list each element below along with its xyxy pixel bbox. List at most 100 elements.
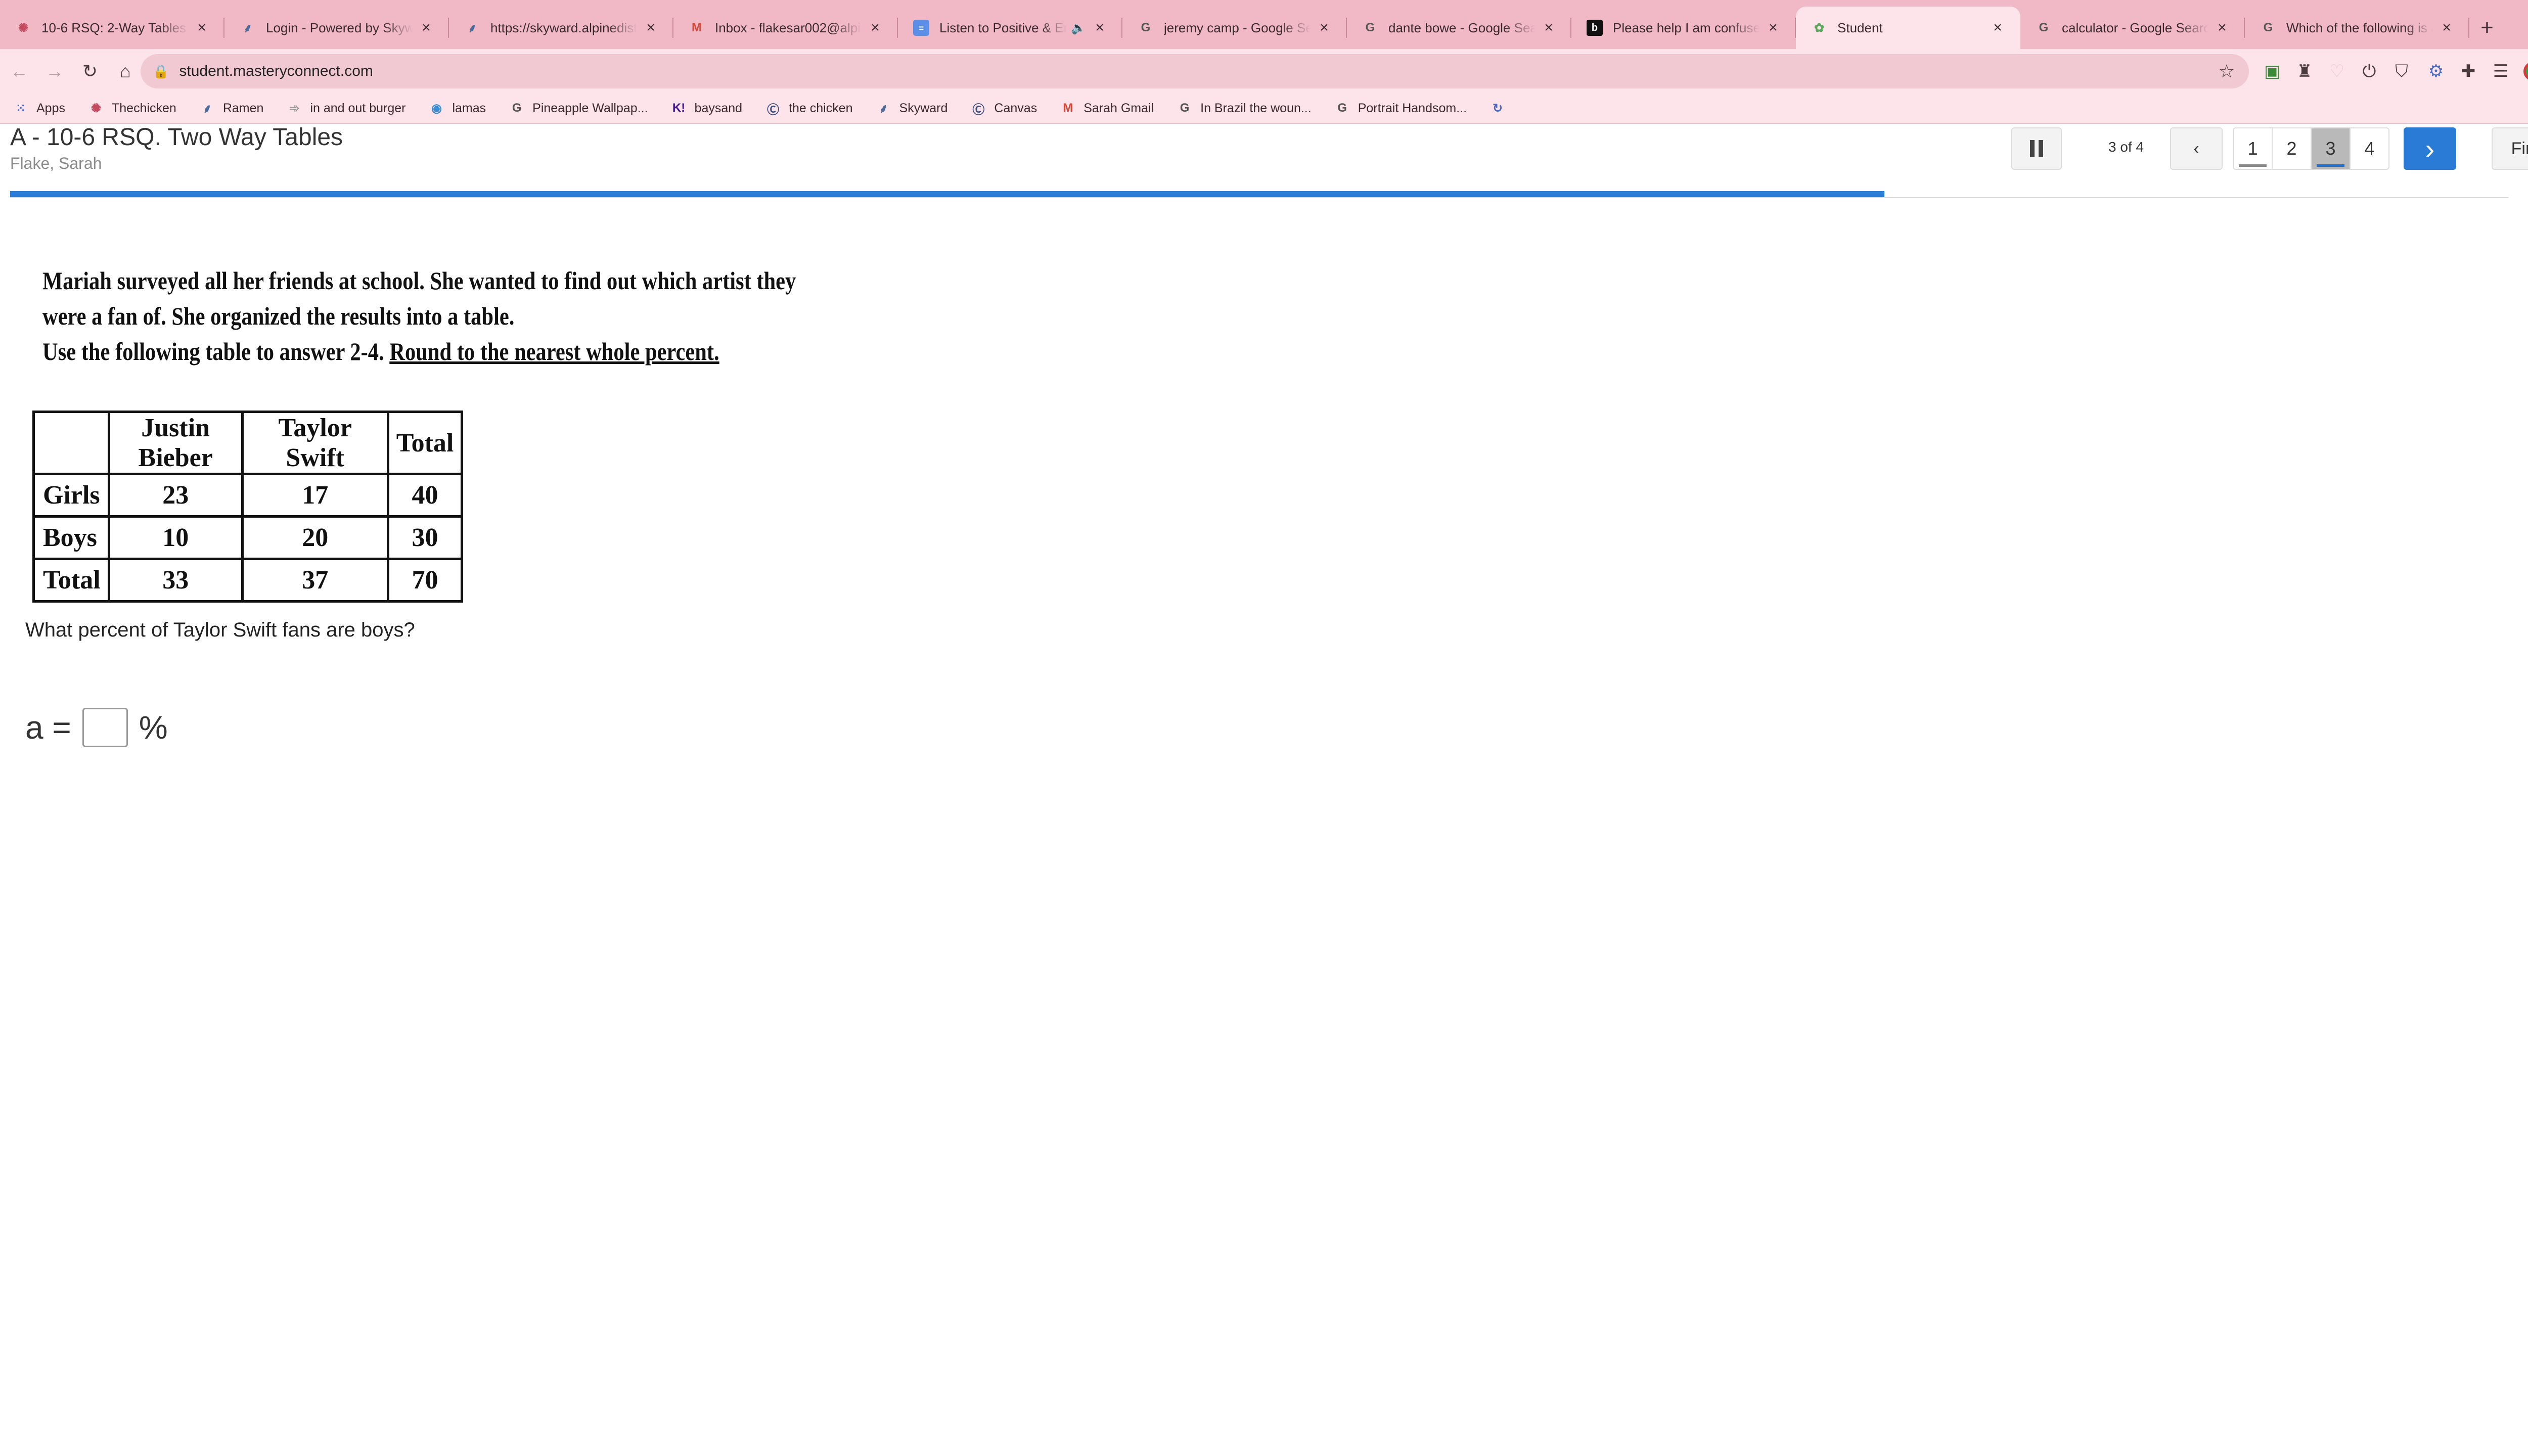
page-3-button[interactable]: 3 <box>2312 128 2351 169</box>
table-header-cell: Total <box>386 411 464 475</box>
google-icon: G <box>2039 21 2049 34</box>
next-button[interactable]: › <box>2404 127 2456 170</box>
browser-tab[interactable]: ⸙ https://skyward.alpinedistrict × <box>449 7 673 49</box>
finish-button[interactable]: Finish <box>2492 127 2528 170</box>
bookmark-item[interactable]: ⸙ Skyward <box>876 101 948 116</box>
browser-tab[interactable]: G dante bowe - Google Search × <box>1347 7 1571 49</box>
browser-tab[interactable]: b Please help I am confused I × <box>1571 7 1796 49</box>
masteryconnect-icon: ✺ <box>18 21 29 35</box>
answer-label: a = <box>25 709 71 746</box>
browser-tab[interactable]: ≡ Listen to Positive & Encouraging 🔈 × <box>898 7 1122 49</box>
bookmark-overflow-icon[interactable]: ↻ <box>1490 101 1513 116</box>
bookmark-item[interactable]: G Portrait Handsom... <box>1335 101 1467 116</box>
bookmark-item[interactable]: ➾ in and out burger <box>287 101 405 116</box>
back-icon[interactable]: ← <box>3 55 35 87</box>
pause-button[interactable] <box>2011 127 2062 170</box>
bookmark-item[interactable]: G In Brazil the woun... <box>1177 101 1312 116</box>
table-cell: 17 <box>241 473 389 518</box>
speaker-icon[interactable]: 🔈 <box>1071 21 1086 35</box>
progress-fill <box>10 191 1884 197</box>
page-selector: 1 2 3 4 <box>2233 127 2389 170</box>
reading-list-icon[interactable]: ☰ <box>2488 58 2514 84</box>
extension-icon[interactable]: ▣ <box>2259 58 2285 84</box>
table-cell: 37 <box>241 558 389 603</box>
student-name: Flake, Sarah <box>10 154 102 172</box>
previous-button[interactable]: ‹ <box>2170 127 2223 170</box>
bookmark-item[interactable]: ◉ lamas <box>429 101 486 116</box>
browser-tab[interactable]: G calculator - Google Search × <box>2020 7 2245 49</box>
row-label: Total <box>32 558 110 603</box>
close-tab-icon[interactable]: × <box>419 19 434 36</box>
row-label: Girls <box>32 473 110 518</box>
google-icon: G <box>512 101 522 115</box>
home-icon[interactable]: ⌂ <box>109 55 142 87</box>
profile-avatar[interactable] <box>2520 58 2528 84</box>
answer-input[interactable] <box>82 708 128 747</box>
shield-icon[interactable]: ⛉ <box>2388 58 2415 84</box>
canvas-icon: Ⓒ <box>767 103 780 117</box>
table-cell: 40 <box>386 473 464 518</box>
page-2-button[interactable]: 2 <box>2273 128 2312 169</box>
close-tab-icon[interactable]: × <box>1092 19 1107 36</box>
row-label: Boys <box>32 515 110 560</box>
lock-icon[interactable]: 🔒 <box>153 64 169 79</box>
globe-icon: ◉ <box>431 101 442 115</box>
skyward-icon: ⸙ <box>468 21 477 35</box>
close-tab-icon[interactable]: × <box>2439 19 2454 36</box>
forward-icon[interactable]: → <box>38 55 71 87</box>
table-row: Girls 23 17 40 <box>32 473 464 518</box>
bookmark-item[interactable]: K! baysand <box>671 101 742 116</box>
browser-tab[interactable]: G Which of the following is an × <box>2245 7 2469 49</box>
bookmark-item[interactable]: Ⓒthe chicken <box>765 101 852 117</box>
pause-icon <box>2030 140 2043 157</box>
skyward-icon: ⸙ <box>879 102 888 116</box>
extension-icon[interactable]: ♡ <box>2324 58 2350 84</box>
close-tab-icon[interactable]: × <box>1317 19 1332 36</box>
bookmarks-bar: ⁙ Apps ✺ Thechicken ⸙ Ramen ➾ in and out bur… <box>0 94 2528 124</box>
address-bar[interactable]: 🔒 student.masteryconnect.com ☆ <box>141 54 2249 88</box>
browser-toolbar: ← → ↻ ⌂ 🔒 student.masteryconnect.com ☆ ▣… <box>0 49 2528 94</box>
close-tab-icon[interactable]: × <box>194 19 209 36</box>
extension-icon[interactable]: ⚙ <box>2423 58 2449 84</box>
power-icon[interactable]: ⏻ <box>2356 58 2382 84</box>
bookmark-item[interactable]: ⁙ Apps <box>13 101 65 116</box>
table-row: Total 33 37 70 <box>32 558 464 603</box>
google-icon: G <box>1180 101 1190 115</box>
close-tab-icon[interactable]: × <box>868 19 883 36</box>
assessment-title: A - 10-6 RSQ. Two Way Tables <box>10 124 343 151</box>
page-4-button[interactable]: 4 <box>2351 128 2388 169</box>
browser-tab-active[interactable]: ✿ Student × <box>1796 7 2020 49</box>
close-tab-icon[interactable]: × <box>1990 19 2005 36</box>
student-icon: ✿ <box>1814 21 1825 35</box>
browser-tab[interactable]: ⸙ Login - Powered by Skyward × <box>224 7 449 49</box>
close-tab-icon[interactable]: × <box>643 19 658 36</box>
bookmark-item[interactable]: G Pineapple Wallpap... <box>509 101 648 116</box>
extension-icon[interactable]: ♜ <box>2291 58 2318 84</box>
skyward-icon: ⸙ <box>243 21 252 35</box>
browser-tab[interactable]: ✺ 10-6 RSQ: 2-Way Tables × <box>0 7 224 49</box>
bookmark-item[interactable]: Ⓒ Canvas <box>971 101 1037 117</box>
browser-tab-strip: ✺ 10-6 RSQ: 2-Way Tables × ⸙ Login - Pow… <box>0 0 2528 49</box>
table-cell: 30 <box>386 515 464 560</box>
puzzle-icon[interactable]: ✚ <box>2455 58 2481 84</box>
prompt-line: were a fan of. She organized the results… <box>42 302 515 330</box>
page-1-button[interactable]: 1 <box>2234 128 2273 169</box>
bookmark-item[interactable]: M Sarah Gmail <box>1060 101 1154 116</box>
url-text[interactable]: student.masteryconnect.com <box>179 63 373 80</box>
bookmark-item[interactable]: ✺ Thechicken <box>88 101 176 116</box>
canvas-icon: Ⓒ <box>972 103 985 117</box>
extension-icon: ↻ <box>1493 101 1503 115</box>
table-header-cell: Taylor Swift <box>241 411 389 475</box>
new-tab-icon[interactable]: + <box>2469 7 2505 49</box>
google-icon: G <box>1337 101 1347 115</box>
reload-icon[interactable]: ↻ <box>74 55 106 87</box>
bookmark-item[interactable]: ⸙ Ramen <box>200 101 264 116</box>
close-tab-icon[interactable]: × <box>1766 19 1781 36</box>
bookmark-star-icon[interactable]: ☆ <box>2219 61 2235 82</box>
close-tab-icon[interactable]: × <box>1541 19 1556 36</box>
progress-bar <box>10 191 2509 198</box>
percent-unit: % <box>139 709 168 746</box>
close-tab-icon[interactable]: × <box>2215 19 2230 36</box>
browser-tab[interactable]: G jeremy camp - Google Search × <box>1122 7 1347 49</box>
browser-tab[interactable]: M Inbox - flakesar002@alpine × <box>673 7 898 49</box>
